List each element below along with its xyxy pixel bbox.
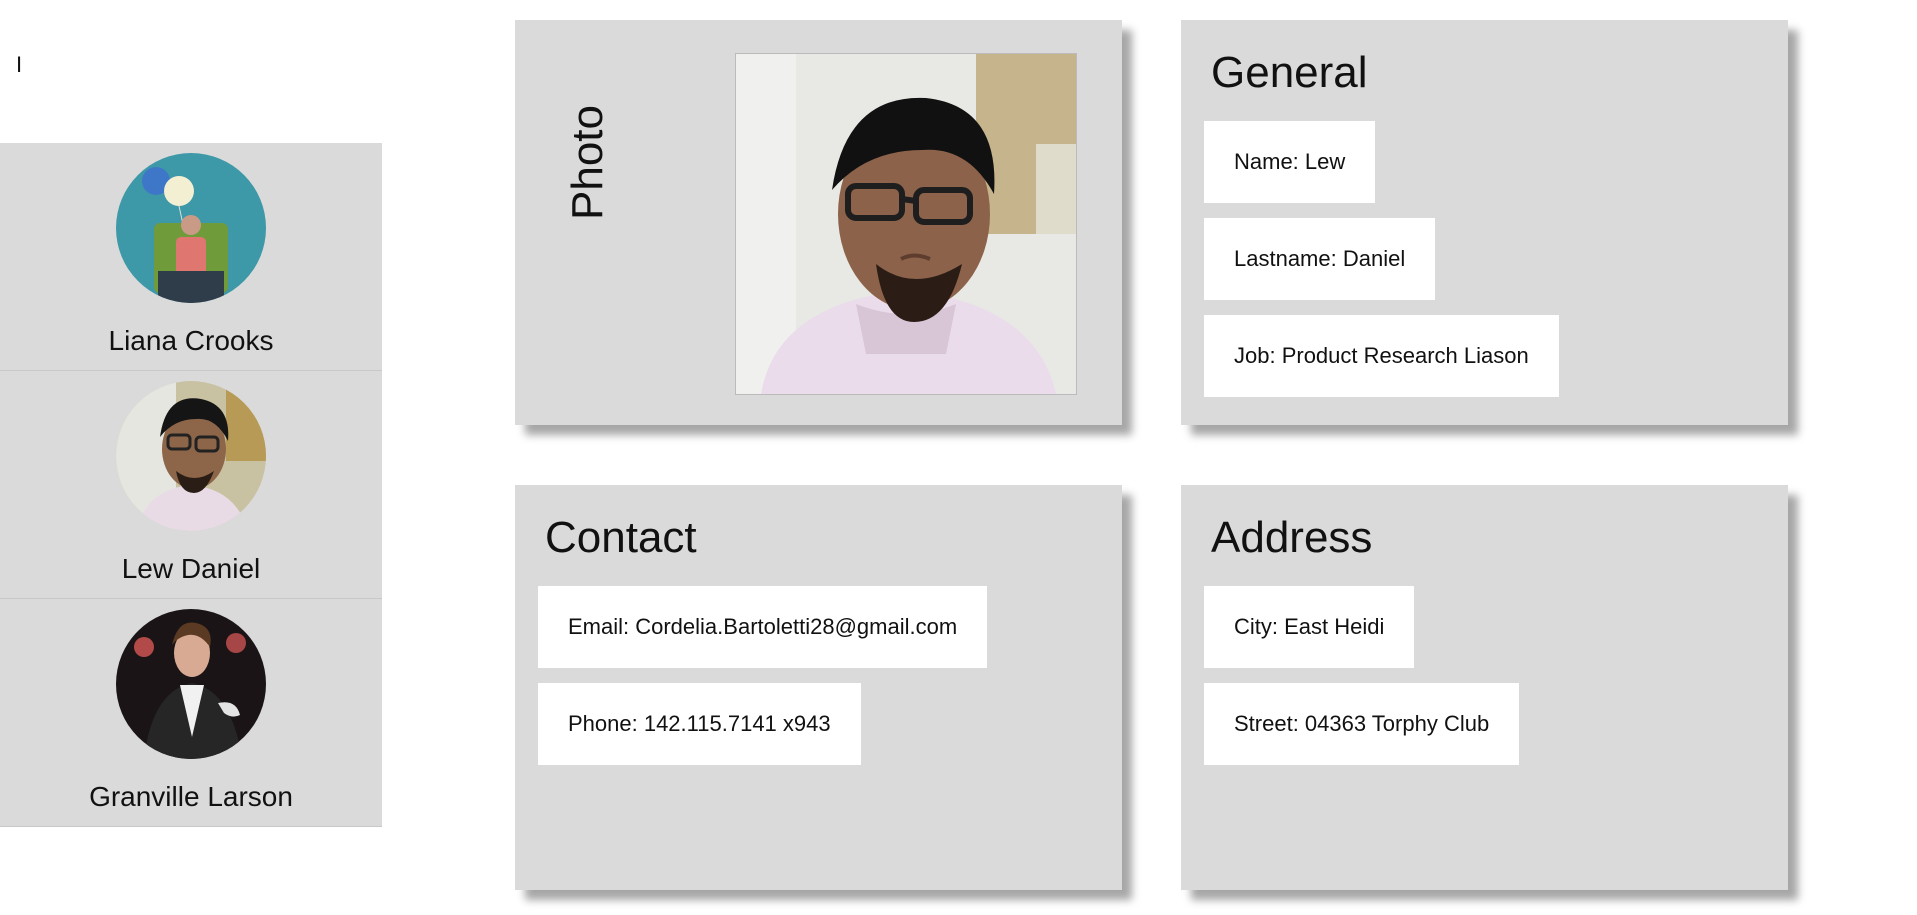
name-field: Name: Lew	[1204, 121, 1376, 203]
contact-item-granville-larson[interactable]: Granville Larson	[0, 599, 382, 827]
person-avatar-photo-icon	[116, 381, 266, 531]
general-title: General	[1211, 48, 1368, 97]
job-field: Job: Product Research Liason	[1204, 315, 1559, 397]
general-card: General Name: Lew Lastname: Daniel Job: …	[1181, 20, 1788, 425]
address-card: Address City: East Heidi Street: 04363 T…	[1181, 485, 1788, 890]
email-field: Email: Cordelia.Bartoletti28@gmail.com	[538, 586, 988, 668]
contact-list: Liana Crooks Lew Daniel Granville Larson	[0, 143, 382, 827]
person-avatar-photo-icon	[116, 609, 266, 759]
search-input[interactable]: I	[16, 52, 22, 78]
contact-item-liana-crooks[interactable]: Liana Crooks	[0, 143, 382, 371]
avatar	[116, 381, 266, 531]
photo-card: Photo	[515, 20, 1122, 425]
city-field: City: East Heidi	[1204, 586, 1415, 668]
contact-name: Liana Crooks	[108, 325, 274, 356]
person-photo-icon	[736, 54, 1076, 394]
avatar	[116, 609, 266, 759]
contact-name: Granville Larson	[89, 781, 293, 812]
person-avatar-photo-icon	[116, 153, 266, 303]
avatar	[116, 153, 266, 303]
address-title: Address	[1211, 513, 1373, 562]
profile-photo	[735, 53, 1077, 395]
contact-item-lew-daniel[interactable]: Lew Daniel	[0, 371, 382, 599]
contact-card: Contact Email: Cordelia.Bartoletti28@gma…	[515, 485, 1122, 890]
street-field: Street: 04363 Torphy Club	[1204, 683, 1520, 765]
lastname-field: Lastname: Daniel	[1204, 218, 1436, 300]
contact-title: Contact	[545, 513, 697, 562]
photo-label: Photo	[563, 105, 612, 220]
contact-name: Lew Daniel	[121, 553, 261, 584]
phone-field: Phone: 142.115.7141 x943	[538, 683, 861, 765]
